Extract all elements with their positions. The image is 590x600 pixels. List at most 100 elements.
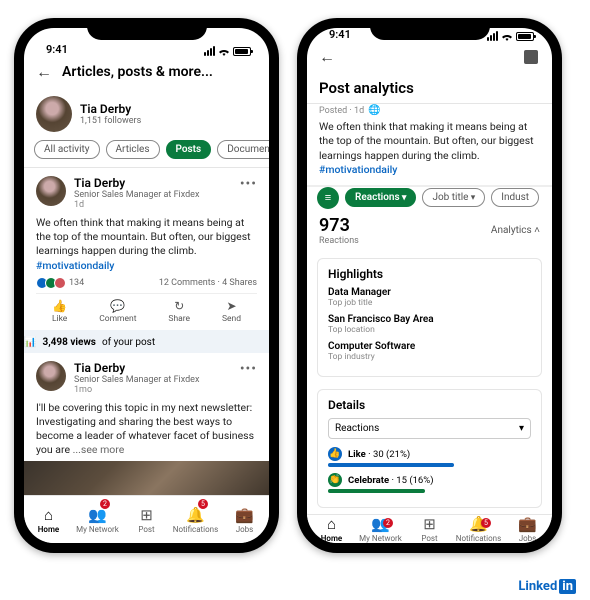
briefcase-icon: 💼: [518, 515, 537, 533]
highlight-item: San Francisco Bay AreaTop location: [328, 314, 531, 335]
linkedin-logo: Linkedin: [518, 579, 576, 594]
post-card[interactable]: Tia Derby Senior Sales Manager at Fixdex…: [24, 168, 269, 332]
tab-notifications[interactable]: 🔔Notifications5: [454, 515, 503, 543]
hashtag[interactable]: #motivationdaily: [36, 259, 114, 272]
highlights-box: Highlights Data ManagerTop job title San…: [317, 258, 542, 377]
tab-home[interactable]: ⌂Home: [24, 496, 73, 543]
chip-reactions[interactable]: Reactions: [345, 188, 416, 207]
wifi-icon: [501, 32, 513, 41]
post-age: 1mo: [74, 385, 199, 395]
post-author: Tia Derby: [74, 176, 199, 190]
filter-chips: All activity Articles Posts Documen: [24, 136, 269, 167]
highlights-title: Highlights: [328, 267, 531, 281]
screen-right: 9:41 ← Post analytics Posted · 1d🌐 We of…: [307, 28, 552, 543]
post-actions: 👍Like 💬Comment ↻Share ➤Send: [36, 293, 257, 324]
chip-industry[interactable]: Indust: [491, 188, 539, 207]
details-select[interactable]: Reactions▾: [328, 418, 531, 439]
hashtag[interactable]: #motivationdaily: [319, 163, 397, 176]
page-header: ← Articles, posts & more...: [24, 56, 269, 88]
status-icons: [204, 46, 251, 56]
wifi-icon: [218, 47, 230, 56]
comment-icon: 💬: [110, 299, 125, 313]
post-age: 1d: [74, 200, 199, 210]
filter-icon[interactable]: ≡: [317, 187, 339, 209]
phone-right: 9:41 ← Post analytics Posted · 1d🌐 We of…: [297, 18, 562, 553]
engagement-counts[interactable]: 12 Comments · 4 Shares: [159, 278, 257, 288]
see-more-link[interactable]: ...see more: [73, 443, 125, 456]
tab-post[interactable]: ⊞Post: [122, 496, 171, 543]
metric-value: 973: [319, 215, 359, 236]
tab-bar: ⌂Home 👥My Network2 ⊞Post 🔔Notifications5…: [307, 514, 552, 543]
detail-row-like: 👍 Like · 30 (21%): [328, 447, 531, 461]
highlight-item: Data ManagerTop job title: [328, 287, 531, 308]
send-button[interactable]: ➤Send: [222, 299, 241, 324]
plus-icon: ⊞: [140, 506, 153, 524]
tab-jobs[interactable]: 💼Jobs: [220, 496, 269, 543]
tab-jobs[interactable]: 💼Jobs: [503, 515, 552, 543]
reactions-summary[interactable]: 134: [36, 277, 84, 289]
post-text: We often think that making it means bein…: [319, 120, 540, 177]
post-author: Tia Derby: [74, 361, 199, 375]
profile-row[interactable]: Tia Derby 1,151 followers: [24, 88, 269, 136]
tab-network[interactable]: 👥My Network2: [73, 496, 122, 543]
badge: 2: [100, 499, 110, 509]
badge: 2: [383, 518, 393, 528]
briefcase-icon: 💼: [235, 506, 254, 524]
post-role: Senior Sales Manager at Fixdex: [74, 375, 199, 385]
tab-network[interactable]: 👥My Network2: [356, 515, 405, 543]
analytics-link[interactable]: Analytics ˄: [491, 225, 540, 236]
tab-post[interactable]: ⊞Post: [405, 515, 454, 543]
tab-bar: ⌂Home 👥My Network2 ⊞Post 🔔Notifications5…: [24, 495, 269, 543]
avatar: [36, 176, 66, 206]
bar-like: [328, 463, 454, 467]
screen-left: 9:41 ← Articles, posts & more... Tia Der…: [24, 28, 269, 543]
views-count: 3,498 views: [42, 337, 96, 348]
post-card[interactable]: Tia Derby Senior Sales Manager at Fixdex…: [24, 353, 269, 495]
chip-articles[interactable]: Articles: [106, 140, 160, 159]
chart-icon: 📊: [24, 337, 36, 348]
feed[interactable]: Tia Derby Senior Sales Manager at Fixdex…: [24, 168, 269, 495]
overflow-menu-icon[interactable]: •••: [240, 176, 257, 192]
clock: 9:41: [329, 28, 351, 41]
metric-row: 973 Reactions Analytics ˄: [307, 209, 552, 252]
bar-celebrate: [328, 489, 425, 493]
details-title: Details: [328, 398, 531, 412]
metric-label: Reactions: [319, 236, 359, 246]
info-icon[interactable]: [524, 50, 538, 64]
tab-notifications[interactable]: 🔔Notifications5: [171, 496, 220, 543]
overflow-menu-icon[interactable]: •••: [240, 361, 257, 377]
detail-row-celebrate: 👏 Celebrate · 15 (16%): [328, 473, 531, 487]
post-image[interactable]: [24, 461, 269, 495]
signal-icon: [204, 46, 215, 56]
visibility-icon: 🌐: [368, 105, 380, 116]
status-bar: 9:41: [24, 28, 269, 56]
page-title: Post analytics: [307, 73, 552, 103]
home-icon: ⌂: [327, 515, 336, 533]
details-box: Details Reactions▾ 👍 Like · 30 (21%) 👏 C…: [317, 389, 542, 508]
back-arrow-icon[interactable]: ←: [319, 47, 335, 67]
chip-documents[interactable]: Documen: [217, 140, 269, 159]
chip-all-activity[interactable]: All activity: [34, 140, 100, 159]
like-button[interactable]: 👍Like: [52, 299, 67, 324]
avatar: [36, 361, 66, 391]
celebrate-icon: 👏: [328, 473, 342, 487]
page-header: ←: [307, 41, 552, 73]
signal-icon: [487, 31, 498, 41]
chip-job-title[interactable]: Job title: [422, 188, 485, 207]
share-icon: ↻: [174, 299, 184, 313]
chip-posts[interactable]: Posts: [166, 140, 212, 159]
share-button[interactable]: ↻Share: [168, 299, 190, 324]
post-text: I'll be covering this topic in my next n…: [36, 401, 257, 458]
comment-button[interactable]: 💬Comment: [99, 299, 136, 324]
battery-icon: [233, 47, 251, 56]
love-icon: [54, 277, 66, 289]
like-icon: 👍: [328, 447, 342, 461]
phone-left: 9:41 ← Articles, posts & more... Tia Der…: [14, 18, 279, 553]
avatar: [36, 96, 72, 132]
back-arrow-icon[interactable]: ←: [36, 62, 52, 82]
tab-home[interactable]: ⌂Home: [307, 515, 356, 543]
header-title: Articles, posts & more...: [62, 64, 213, 80]
plus-icon: ⊞: [423, 515, 436, 533]
analytics-filters: ≡ Reactions Job title Indust: [307, 186, 552, 209]
views-card[interactable]: 📊 3,498 views of your post: [24, 330, 269, 355]
